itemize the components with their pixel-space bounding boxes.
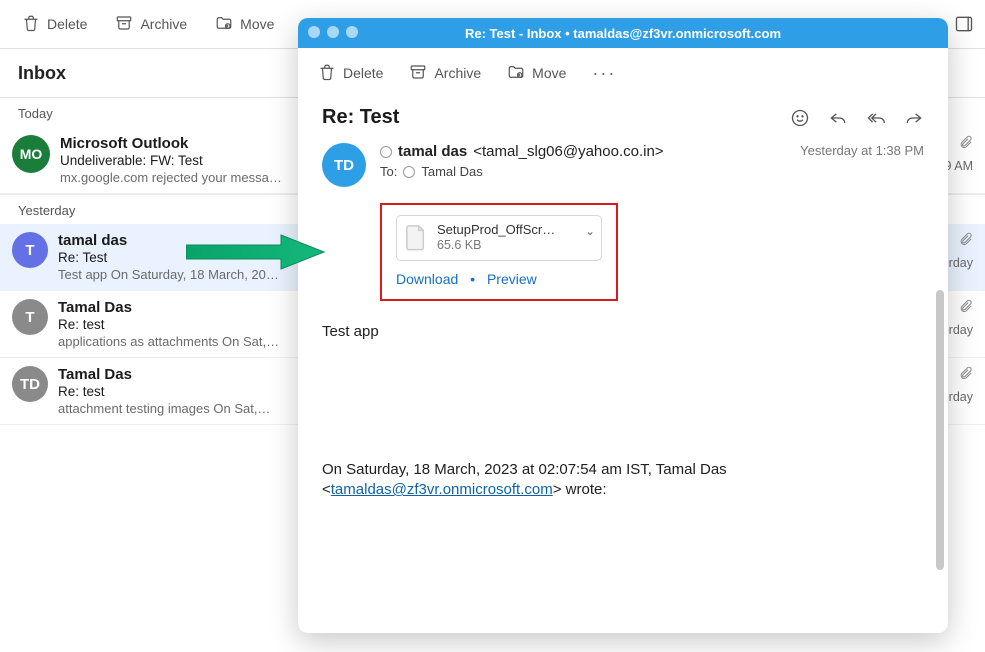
move-button[interactable]: Move <box>507 63 566 84</box>
avatar: MO <box>12 135 50 173</box>
separator-dot: • <box>470 271 475 287</box>
reply-all-icon[interactable] <box>866 108 886 128</box>
archive-button[interactable]: Archive <box>409 63 481 84</box>
quote-email[interactable]: tamaldas@zf3vr.onmicrosoft.com <box>331 481 553 498</box>
reading-body: Re: Test TD tamal das <tamal_slg06@yahoo… <box>298 98 948 633</box>
attachment-card[interactable]: SetupProd_OffScrub… 65.6 KB ⌄ <box>396 215 602 261</box>
read-toolbar: Delete Archive Move ··· <box>298 48 948 98</box>
delete-label: Delete <box>47 16 87 32</box>
window-titlebar[interactable]: Re: Test - Inbox • tamaldas@zf3vr.onmicr… <box>298 18 948 48</box>
zoom-icon[interactable] <box>346 26 358 38</box>
avatar: T <box>12 299 48 335</box>
preview-link[interactable]: Preview <box>487 271 537 287</box>
presence-icon <box>380 146 392 158</box>
archive-icon <box>409 63 427 84</box>
to-label: To: <box>380 164 397 179</box>
scrollbar[interactable] <box>936 290 944 570</box>
annotation-arrow <box>186 232 326 272</box>
delete-label: Delete <box>343 65 383 81</box>
paperclip-icon <box>958 135 973 155</box>
trash-icon <box>318 63 336 84</box>
archive-label: Archive <box>434 65 481 81</box>
reply-icon[interactable] <box>828 108 848 128</box>
reading-window: Re: Test - Inbox • tamaldas@zf3vr.onmicr… <box>298 18 948 633</box>
attachment-size: 65.6 KB <box>437 238 557 254</box>
presence-icon <box>403 166 415 178</box>
more-actions-button[interactable]: ··· <box>592 63 616 84</box>
window-title: Re: Test - Inbox • tamaldas@zf3vr.onmicr… <box>465 26 781 41</box>
forward-icon[interactable] <box>904 108 924 128</box>
archive-icon <box>115 14 133 35</box>
sender-name: tamal das <box>398 143 467 160</box>
delete-button[interactable]: Delete <box>318 63 383 84</box>
move-button[interactable]: Move <box>215 14 274 35</box>
react-icon[interactable] <box>790 108 810 128</box>
collapse-pane-icon[interactable] <box>953 13 975 35</box>
download-link[interactable]: Download <box>396 271 458 287</box>
received-datetime: Yesterday at 1:38 PM <box>800 143 924 158</box>
folder-move-icon <box>507 63 525 84</box>
folder-move-icon <box>215 14 233 35</box>
to-name: Tamal Das <box>421 164 482 179</box>
avatar: TD <box>12 366 48 402</box>
delete-button[interactable]: Delete <box>22 14 87 35</box>
paperclip-icon <box>958 299 973 319</box>
archive-button[interactable]: Archive <box>115 14 187 35</box>
file-icon <box>405 224 427 252</box>
archive-label: Archive <box>140 16 187 32</box>
move-label: Move <box>532 65 566 81</box>
close-icon[interactable] <box>308 26 320 38</box>
chevron-down-icon[interactable]: ⌄ <box>585 224 595 238</box>
attachment-highlight: SetupProd_OffScrub… 65.6 KB ⌄ Download •… <box>380 203 618 301</box>
trash-icon <box>22 14 40 35</box>
quoted-header: On Saturday, 18 March, 2023 at 02:07:54 … <box>322 460 924 501</box>
sender-addr: <tamal_slg06@yahoo.co.in> <box>473 143 663 160</box>
move-label: Move <box>240 16 274 32</box>
subject: Re: Test <box>322 106 399 129</box>
attachment-name: SetupProd_OffScrub… <box>437 222 557 238</box>
message-body: Test app <box>322 323 924 340</box>
window-controls[interactable] <box>308 26 358 38</box>
minimize-icon[interactable] <box>327 26 339 38</box>
from-line: tamal das <tamal_slg06@yahoo.co.in> <box>380 143 786 160</box>
avatar: T <box>12 232 48 268</box>
quote-suffix: > wrote: <box>553 481 607 498</box>
sender-avatar: TD <box>322 143 366 187</box>
paperclip-icon <box>958 232 973 252</box>
paperclip-icon <box>958 366 973 386</box>
